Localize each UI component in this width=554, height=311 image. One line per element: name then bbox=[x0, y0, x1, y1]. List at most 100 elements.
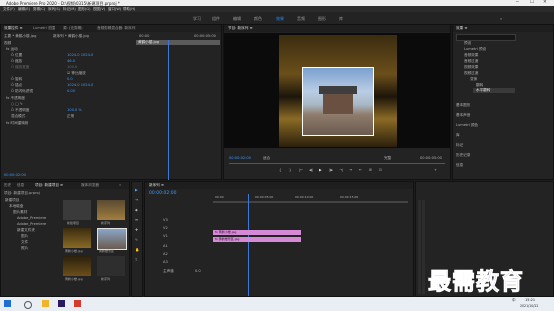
panel-libraries[interactable]: 库 bbox=[456, 133, 460, 138]
extract-button[interactable]: ⇤ bbox=[359, 168, 362, 172]
folder-item[interactable]: 新建项目 bbox=[5, 198, 19, 203]
track-header[interactable]: A2 bbox=[163, 252, 168, 256]
track-header[interactable]: V1 bbox=[163, 234, 168, 238]
razor-tool-icon[interactable]: ⇹ bbox=[135, 218, 138, 222]
mark-in-button[interactable]: { bbox=[279, 168, 281, 172]
effects-tree-item[interactable]: 音频效果 bbox=[464, 53, 478, 58]
play-button[interactable]: ▶ bbox=[319, 168, 322, 172]
timeline-timecode[interactable]: 00:00:02:00 bbox=[149, 191, 176, 196]
program-timecode[interactable]: 00:00:02:00 bbox=[229, 156, 251, 160]
clock-time[interactable]: 15:21 bbox=[525, 298, 535, 302]
panel-essential-sound[interactable]: 基本声音 bbox=[456, 113, 470, 118]
workspace-libraries[interactable]: 库 bbox=[339, 16, 343, 22]
button-editor-icon[interactable]: + bbox=[434, 168, 437, 172]
close-button[interactable]: ✕ bbox=[543, 0, 547, 5]
workspace-color[interactable]: 颜色 bbox=[254, 16, 262, 22]
thumbnail[interactable] bbox=[63, 228, 91, 248]
uniform-scale-checkbox[interactable]: ☑ 等比缩放 bbox=[67, 71, 86, 76]
slip-tool-icon[interactable]: ✚ bbox=[135, 228, 138, 232]
thumbnail-selected[interactable] bbox=[97, 228, 127, 250]
thumbnail[interactable] bbox=[63, 256, 91, 276]
workspace-audio[interactable]: 音频 bbox=[297, 16, 305, 22]
go-to-out-button[interactable]: →| bbox=[339, 168, 343, 172]
export-frame-button[interactable]: ⊞ bbox=[369, 168, 372, 172]
panel-lumetri-color[interactable]: Lumetri 颜色 bbox=[456, 123, 478, 128]
blend-mode-select[interactable]: 正常 bbox=[67, 114, 74, 119]
panel-history[interactable]: 历史记录 bbox=[456, 153, 470, 158]
tab-sequence[interactable]: 新序列 ≡ bbox=[149, 183, 164, 188]
foreground-clip-image[interactable] bbox=[302, 67, 374, 136]
workspace-graphics[interactable]: 图形 bbox=[318, 16, 326, 22]
folder-item[interactable]: 图片素材 bbox=[13, 210, 27, 215]
track-header[interactable]: A3 bbox=[163, 260, 168, 264]
clip-chip[interactable]: 黄鹤小楼.jpg bbox=[136, 40, 220, 45]
master-volume[interactable]: 0.0 bbox=[195, 269, 201, 273]
sequence-label[interactable]: 新序列 * 黄鹤小楼.jpg bbox=[53, 34, 89, 39]
thumbnail[interactable] bbox=[97, 256, 125, 276]
tab-project[interactable]: 项目: 新建项目 ≡ bbox=[35, 183, 63, 188]
mask-tools[interactable]: ○ □ ✎ bbox=[11, 102, 23, 106]
fit-dropdown[interactable]: 适合 bbox=[263, 156, 270, 161]
minimize-button[interactable]: ─ bbox=[516, 0, 519, 5]
panel-markers[interactable]: 标记 bbox=[456, 143, 463, 148]
maximize-button[interactable]: ☐ bbox=[530, 0, 534, 5]
ec-row-label[interactable]: fx 不透明度 bbox=[6, 96, 25, 101]
selection-tool-icon[interactable]: ▶ bbox=[135, 188, 138, 192]
hand-tool-icon[interactable]: ✋ bbox=[135, 248, 139, 252]
workspace-learn[interactable]: 学习 bbox=[193, 16, 201, 22]
clip-v1[interactable]: fx 黄鹤楼景区.jpg bbox=[213, 237, 301, 242]
step-back-button[interactable]: ◀| bbox=[309, 168, 313, 172]
thumbnail[interactable] bbox=[97, 200, 125, 220]
tab-history[interactable]: 历史 bbox=[4, 183, 11, 188]
panel-info[interactable]: 信息 bbox=[456, 163, 463, 168]
ec-row-value[interactable]: 0.0 bbox=[67, 77, 73, 81]
folder-item[interactable]: 文件 bbox=[21, 240, 28, 245]
workspace-editing[interactable]: 编辑 bbox=[233, 16, 241, 22]
ec-row-value[interactable]: 46.0 bbox=[67, 59, 75, 63]
app-icon[interactable] bbox=[74, 300, 81, 307]
effects-tree-item[interactable]: 变换 bbox=[470, 77, 477, 82]
timeline-playhead[interactable] bbox=[248, 194, 249, 296]
track-header[interactable]: A1 bbox=[163, 244, 168, 248]
ec-row-label[interactable]: fx 时间重映射 bbox=[6, 121, 29, 126]
tab-effects[interactable]: 效果 ≡ bbox=[456, 26, 467, 31]
ec-row-value[interactable]: 0.00 bbox=[67, 89, 75, 93]
playhead-line[interactable] bbox=[168, 40, 169, 180]
ripple-edit-tool-icon[interactable]: ◆ bbox=[135, 208, 138, 212]
track-header[interactable]: 主声道 bbox=[163, 269, 174, 274]
mark-out-button[interactable]: } bbox=[289, 168, 291, 172]
effects-tree-item[interactable]: 预设 bbox=[464, 41, 471, 46]
windows-start-icon[interactable] bbox=[4, 300, 11, 307]
tab-lumetri-scopes[interactable]: Lumetri 范围 bbox=[33, 26, 55, 31]
workspace-assembly[interactable]: 组件 bbox=[212, 16, 220, 22]
tab-effect-controls[interactable]: 效果控件 ≡ bbox=[4, 26, 23, 31]
language-indicator[interactable]: 中 bbox=[512, 298, 516, 303]
type-tool-icon[interactable]: T bbox=[135, 258, 137, 262]
ec-row-value[interactable]: 1024.0 1024.0 bbox=[67, 83, 93, 87]
panel-essential-graphics[interactable]: 基本图形 bbox=[456, 103, 470, 108]
tab-media-browser[interactable]: 媒体浏览器 bbox=[81, 183, 99, 188]
effects-search-input[interactable] bbox=[456, 34, 516, 41]
timeline-work-area[interactable] bbox=[213, 201, 408, 203]
search-icon[interactable] bbox=[24, 301, 32, 309]
pen-tool-icon[interactable]: ✎ bbox=[135, 238, 138, 242]
clip-v2[interactable]: fx 黄鹤小楼.jpg bbox=[213, 230, 301, 235]
folder-item[interactable]: 本地磁盘 bbox=[9, 204, 23, 209]
effects-tree-item-selected[interactable]: 水平翻转 bbox=[473, 88, 515, 93]
track-header[interactable]: V2 bbox=[163, 226, 168, 230]
file-explorer-icon[interactable] bbox=[42, 300, 49, 307]
ec-row-value[interactable]: 1024.0 1024.0 bbox=[67, 53, 93, 57]
program-scrubber[interactable] bbox=[229, 163, 445, 164]
compare-button[interactable]: ⊡ bbox=[379, 168, 382, 172]
step-forward-button[interactable]: |▶ bbox=[329, 168, 333, 172]
ec-row-value[interactable]: 100.0 % bbox=[67, 108, 82, 112]
workspace-effects[interactable]: 效果 bbox=[276, 16, 284, 22]
tab-program[interactable]: 节目: 新序列 ≡ bbox=[228, 26, 252, 31]
quality-dropdown[interactable]: 完整 bbox=[384, 156, 391, 161]
folder-item[interactable]: 图片 bbox=[21, 234, 28, 239]
effects-tree-item[interactable]: Lumetri 预设 bbox=[464, 47, 486, 52]
track-select-tool-icon[interactable]: ⇥ bbox=[135, 198, 138, 202]
tab-overflow[interactable]: » bbox=[119, 183, 121, 187]
tab-info[interactable]: 信息 bbox=[17, 183, 24, 188]
folder-item[interactable]: 新建文件夹 bbox=[17, 228, 35, 233]
